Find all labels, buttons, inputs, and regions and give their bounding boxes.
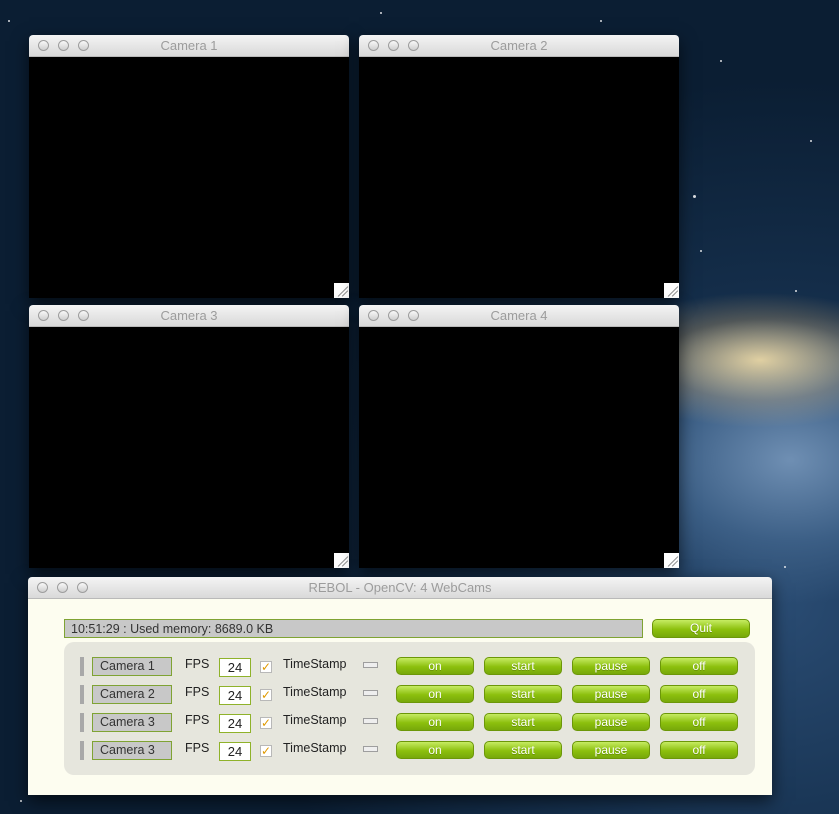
row-indicator (80, 741, 84, 760)
star (810, 140, 812, 142)
camera-name-field: Camera 1 (92, 657, 172, 676)
start-button[interactable]: start (484, 657, 562, 675)
window-title: REBOL - OpenCV: 4 WebCams (308, 580, 492, 595)
off-button[interactable]: off (660, 741, 738, 759)
control-panel-body: 10:51:29 : Used memory: 8689.0 KB Quit C… (28, 599, 772, 795)
resize-grip-icon[interactable] (334, 283, 349, 298)
camera-video-view (29, 327, 349, 568)
camera-video-view (359, 327, 679, 568)
row-indicator (80, 685, 84, 704)
timestamp-indicator (363, 662, 378, 668)
camera-video-view (29, 57, 349, 298)
timestamp-indicator (363, 690, 378, 696)
on-button[interactable]: on (396, 741, 474, 759)
window-titlebar[interactable]: REBOL - OpenCV: 4 WebCams (28, 577, 772, 599)
off-button[interactable]: off (660, 713, 738, 731)
window-title: Camera 3 (160, 308, 218, 323)
window-titlebar[interactable]: Camera 1 (29, 35, 349, 57)
window-title: Camera 2 (490, 38, 548, 53)
camera-name-field: Camera 3 (92, 713, 172, 732)
on-button[interactable]: on (396, 657, 474, 675)
fps-label: FPS (185, 713, 210, 727)
start-button[interactable]: start (484, 741, 562, 759)
star (784, 566, 786, 568)
timestamp-label: TimeStamp (283, 713, 347, 727)
start-button[interactable]: start (484, 713, 562, 731)
camera-control-row: Camera 2 FPS 24 ✓ TimeStamp on start pau… (64, 683, 755, 705)
memory-status-field: 10:51:29 : Used memory: 8689.0 KB (64, 619, 643, 638)
resize-grip-icon[interactable] (664, 283, 679, 298)
star (795, 290, 797, 292)
star (8, 20, 10, 22)
star (693, 195, 696, 198)
camera-name-field: Camera 2 (92, 685, 172, 704)
pause-button[interactable]: pause (572, 713, 650, 731)
star (720, 60, 722, 62)
window-titlebar[interactable]: Camera 3 (29, 305, 349, 327)
fps-input[interactable]: 24 (219, 658, 251, 677)
camera-control-row: Camera 3 FPS 24 ✓ TimeStamp on start pau… (64, 711, 755, 733)
star (20, 800, 22, 802)
row-indicator (80, 713, 84, 732)
off-button[interactable]: off (660, 685, 738, 703)
fps-input[interactable]: 24 (219, 686, 251, 705)
star (380, 12, 382, 14)
window-title: Camera 4 (490, 308, 548, 323)
pause-button[interactable]: pause (572, 657, 650, 675)
timestamp-checkbox[interactable]: ✓ (260, 745, 272, 757)
fps-input[interactable]: 24 (219, 742, 251, 761)
start-button[interactable]: start (484, 685, 562, 703)
window-title: Camera 1 (160, 38, 218, 53)
camera-control-row: Camera 3 FPS 24 ✓ TimeStamp on start pau… (64, 739, 755, 761)
fps-label: FPS (185, 685, 210, 699)
pause-button[interactable]: pause (572, 741, 650, 759)
fps-input[interactable]: 24 (219, 714, 251, 733)
control-window: REBOL - OpenCV: 4 WebCams 10:51:29 : Use… (28, 577, 772, 795)
window-titlebar[interactable]: Camera 4 (359, 305, 679, 327)
resize-grip-icon[interactable] (664, 553, 679, 568)
window-titlebar[interactable]: Camera 2 (359, 35, 679, 57)
timestamp-checkbox[interactable]: ✓ (260, 689, 272, 701)
row-indicator (80, 657, 84, 676)
fps-label: FPS (185, 657, 210, 671)
timestamp-label: TimeStamp (283, 685, 347, 699)
fps-label: FPS (185, 741, 210, 755)
camera-name-field: Camera 3 (92, 741, 172, 760)
resize-grip-icon[interactable] (334, 553, 349, 568)
timestamp-indicator (363, 718, 378, 724)
camera-control-row: Camera 1 FPS 24 ✓ TimeStamp on start pau… (64, 655, 755, 677)
on-button[interactable]: on (396, 685, 474, 703)
timestamp-indicator (363, 746, 378, 752)
camera-controls-panel: Camera 1 FPS 24 ✓ TimeStamp on start pau… (64, 642, 755, 775)
timestamp-checkbox[interactable]: ✓ (260, 717, 272, 729)
quit-button[interactable]: Quit (652, 619, 750, 638)
timestamp-label: TimeStamp (283, 657, 347, 671)
timestamp-checkbox[interactable]: ✓ (260, 661, 272, 673)
star (600, 20, 602, 22)
camera-window-2: Camera 2 (359, 35, 679, 298)
on-button[interactable]: on (396, 713, 474, 731)
pause-button[interactable]: pause (572, 685, 650, 703)
camera-window-4: Camera 4 (359, 305, 679, 568)
camera-video-view (359, 57, 679, 298)
off-button[interactable]: off (660, 657, 738, 675)
camera-window-3: Camera 3 (29, 305, 349, 568)
camera-window-1: Camera 1 (29, 35, 349, 298)
timestamp-label: TimeStamp (283, 741, 347, 755)
star (700, 250, 702, 252)
